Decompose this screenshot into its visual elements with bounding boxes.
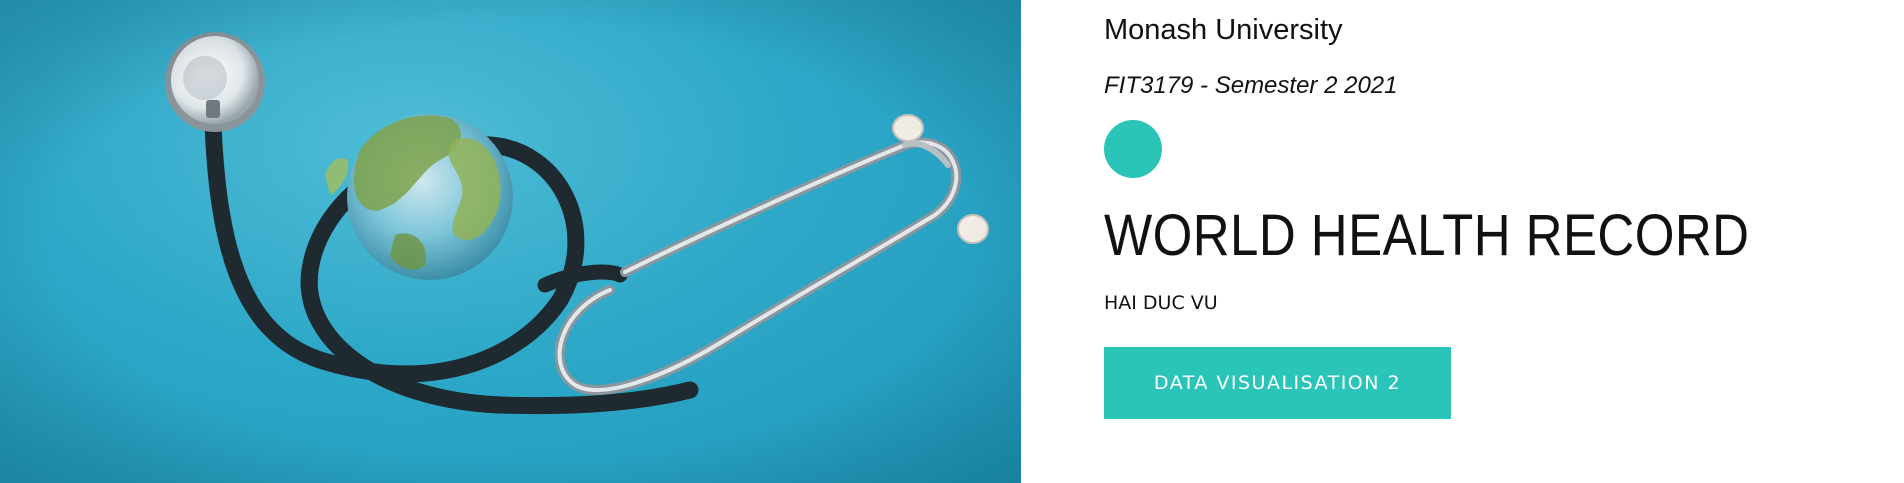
- info-panel: Monash University FIT3179 - Semester 2 2…: [1104, 0, 1864, 483]
- data-visualisation-button[interactable]: DATA VISUALISATION 2: [1104, 347, 1451, 419]
- accent-dot-icon: [1104, 120, 1162, 178]
- hero-image: [0, 0, 1021, 483]
- author-name: HAI DUC VU: [1104, 292, 1218, 314]
- stethoscope-globe-illustration: [0, 0, 1021, 483]
- page: Monash University FIT3179 - Semester 2 2…: [0, 0, 1904, 483]
- page-title: WORLD HEALTH RECORD: [1104, 203, 1750, 268]
- course-subtitle: FIT3179 - Semester 2 2021: [1104, 72, 1398, 99]
- university-name: Monash University: [1104, 14, 1343, 46]
